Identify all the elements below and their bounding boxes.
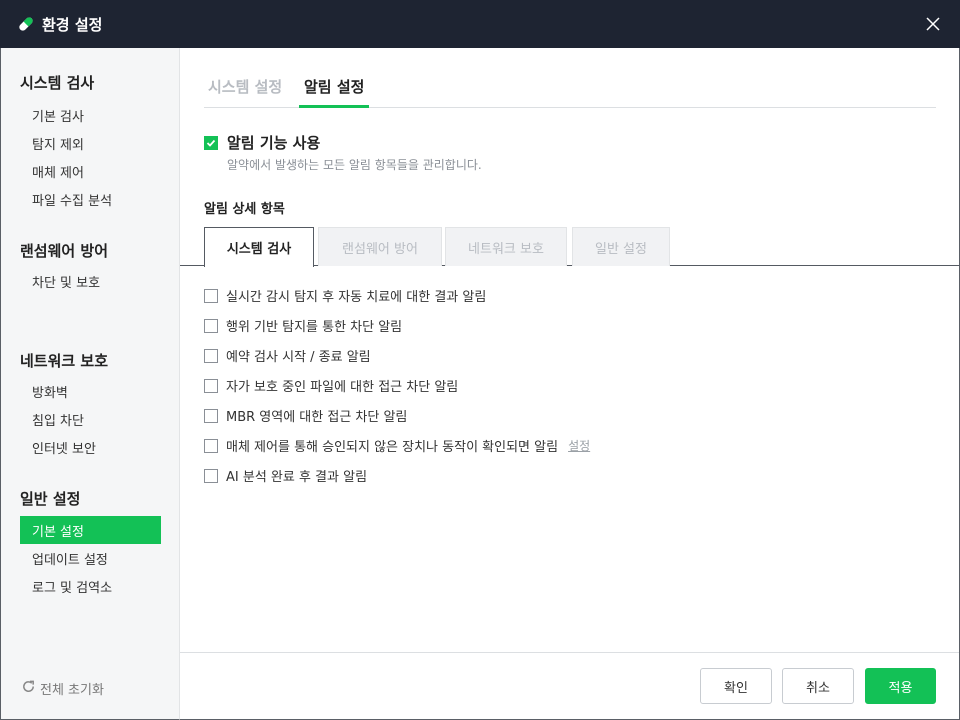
option-checkbox[interactable] — [204, 408, 218, 423]
sidebar-item-firewall[interactable]: 방화벽 — [20, 377, 161, 405]
reset-all-button[interactable]: 전체 초기화 — [21, 679, 104, 698]
sidebar-item-basic-settings[interactable]: 기본 설정 — [20, 516, 161, 544]
title-bar: 환경 설정 — [0, 0, 960, 48]
option-label: AI 분석 완료 후 결과 알림 — [226, 470, 368, 485]
option-checkbox[interactable] — [204, 318, 218, 333]
option-label: 행위 기반 탐지를 통한 차단 알림 — [226, 320, 403, 335]
sidebar-group-general: 일반 설정 — [20, 490, 81, 508]
notification-description: 알약에서 발생하는 모든 알림 항목들을 관리합니다. — [227, 158, 482, 172]
sidebar-item-media-control[interactable]: 매체 제어 — [20, 157, 161, 185]
footer: 확인 취소 적용 — [180, 652, 959, 719]
option-label: MBR 영역에 대한 접근 차단 알림 — [226, 410, 408, 425]
option-label: 자가 보호 중인 파일에 대한 접근 차단 알림 — [226, 380, 459, 395]
sidebar-group-ransomware: 랜섬웨어 방어 — [20, 242, 109, 260]
option-row: 자가 보호 중인 파일에 대한 접근 차단 알림 — [204, 376, 458, 395]
notification-enable-checkbox[interactable] — [204, 135, 218, 150]
detail-sub-tabs: 시스템 검사 랜섬웨어 방어 네트워크 보호 일반 설정 — [180, 227, 960, 267]
notification-enable-row: 알림 기능 사용 — [204, 132, 320, 153]
main-panel: 시스템 설정 알림 설정 알림 기능 사용 알약에서 발생하는 모든 알림 항목… — [180, 48, 960, 720]
option-checkbox[interactable] — [204, 438, 218, 453]
option-label: 매체 제어를 통해 승인되지 않은 장치나 동작이 확인되면 알림 — [226, 440, 559, 455]
top-tabs: 시스템 설정 알림 설정 — [204, 70, 936, 108]
option-label: 예약 검사 시작 / 종료 알림 — [226, 350, 371, 365]
option-checkbox[interactable] — [204, 348, 218, 363]
apply-button[interactable]: 적용 — [865, 668, 936, 704]
option-row: 매체 제어를 통해 승인되지 않은 장치나 동작이 확인되면 알림 설정 — [204, 436, 590, 455]
option-checkbox[interactable] — [204, 468, 218, 483]
media-control-settings-link[interactable]: 설정 — [568, 437, 590, 454]
sidebar: 시스템 검사 기본 검사 탐지 제외 매체 제어 파일 수집 분석 랜섬웨어 방… — [0, 48, 180, 720]
option-row: 행위 기반 탐지를 통한 차단 알림 — [204, 316, 402, 335]
sidebar-item-basic-scan[interactable]: 기본 검사 — [20, 101, 161, 129]
sidebar-item-update-settings[interactable]: 업데이트 설정 — [20, 544, 161, 572]
subtab-general[interactable]: 일반 설정 — [572, 227, 670, 266]
sidebar-item-intrusion-block[interactable]: 침입 차단 — [20, 405, 161, 433]
option-row: 실시간 감시 탐지 후 자동 치료에 대한 결과 알림 — [204, 286, 486, 305]
close-icon[interactable] — [922, 13, 944, 35]
option-label: 실시간 감시 탐지 후 자동 치료에 대한 결과 알림 — [226, 290, 487, 305]
tab-notification-settings[interactable]: 알림 설정 — [299, 76, 370, 108]
sidebar-item-detection-exclusion[interactable]: 탐지 제외 — [20, 129, 161, 157]
detail-section-title: 알림 상세 항목 — [204, 202, 285, 217]
option-row: MBR 영역에 대한 접근 차단 알림 — [204, 406, 407, 425]
option-checkbox[interactable] — [204, 378, 218, 393]
sidebar-item-block-protect[interactable]: 차단 및 보호 — [20, 267, 161, 295]
confirm-button[interactable]: 확인 — [700, 668, 772, 704]
option-row: 예약 검사 시작 / 종료 알림 — [204, 346, 371, 365]
sidebar-item-internet-security[interactable]: 인터넷 보안 — [20, 433, 161, 461]
option-row: AI 분석 완료 후 결과 알림 — [204, 466, 367, 485]
notification-enable-label: 알림 기능 사용 — [227, 134, 321, 152]
subtab-network[interactable]: 네트워크 보호 — [445, 227, 567, 266]
pill-icon — [16, 14, 36, 34]
refresh-icon — [21, 679, 40, 698]
sidebar-group-network: 네트워크 보호 — [20, 352, 109, 370]
sidebar-group-system-scan: 시스템 검사 — [20, 74, 95, 92]
option-checkbox[interactable] — [204, 288, 218, 303]
window-title: 환경 설정 — [42, 15, 103, 34]
subtab-system-scan[interactable]: 시스템 검사 — [204, 227, 314, 267]
reset-all-label: 전체 초기화 — [40, 683, 104, 698]
sidebar-item-file-collection[interactable]: 파일 수집 분석 — [20, 185, 161, 213]
subtab-ransomware[interactable]: 랜섬웨어 방어 — [318, 227, 442, 266]
sidebar-item-log-quarantine[interactable]: 로그 및 검역소 — [20, 572, 161, 600]
cancel-button[interactable]: 취소 — [782, 668, 854, 704]
tab-system-settings[interactable]: 시스템 설정 — [208, 76, 282, 108]
